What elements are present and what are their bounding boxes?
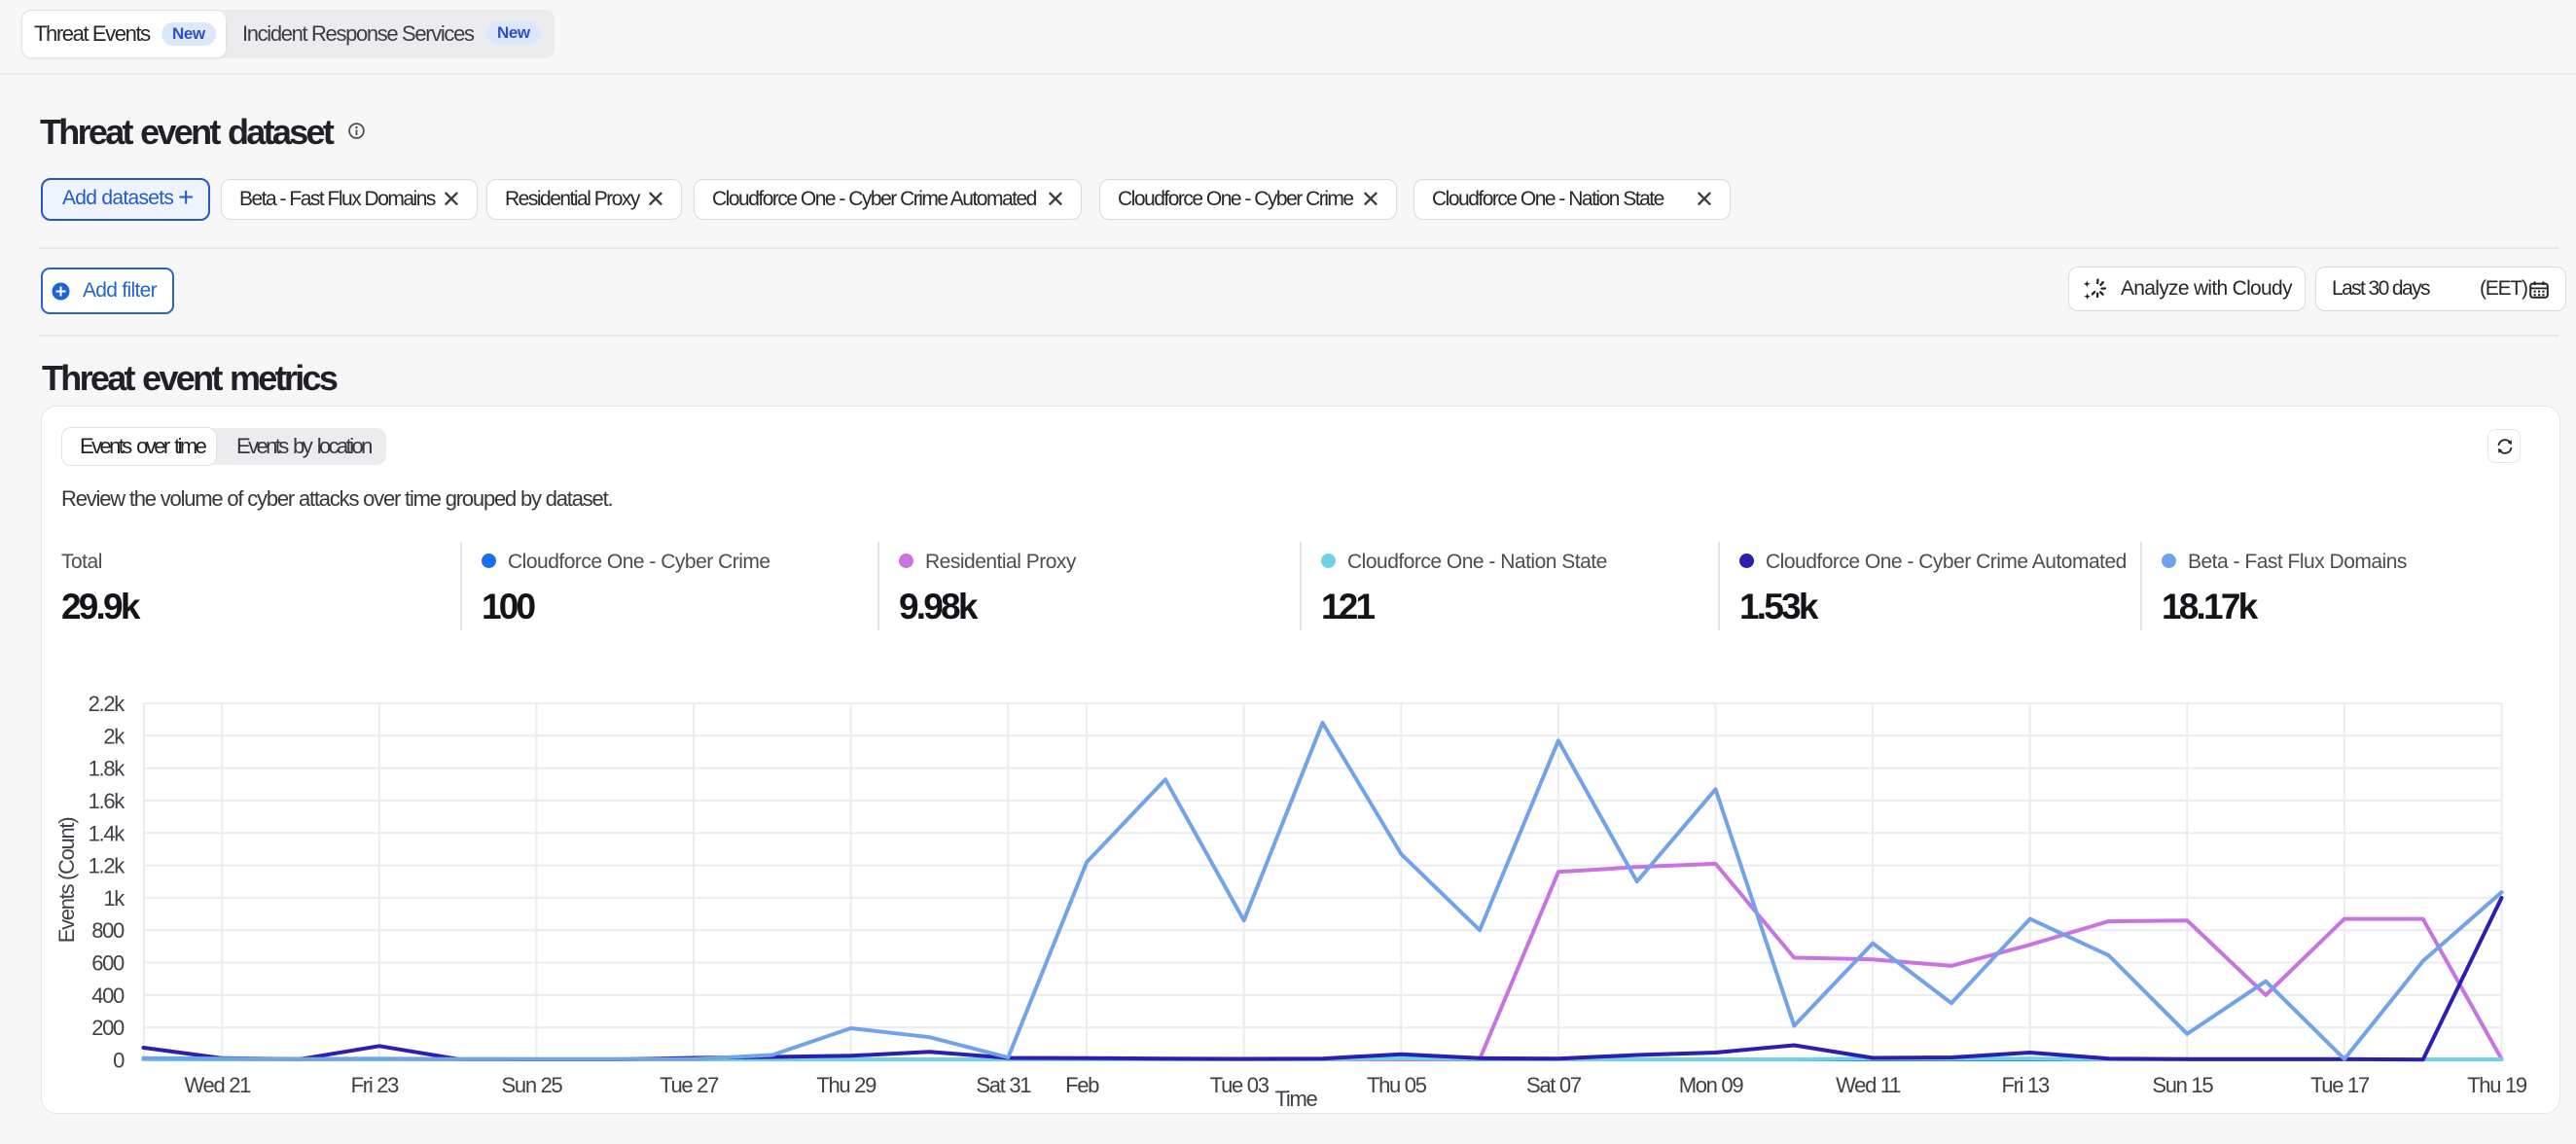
svg-text:Thu 05: Thu 05 [1367, 1073, 1427, 1097]
svg-text:Feb: Feb [1065, 1073, 1099, 1097]
svg-text:2.2k: 2.2k [89, 692, 126, 716]
svg-text:600: 600 [91, 951, 125, 976]
svg-text:Sat 07: Sat 07 [1526, 1073, 1582, 1097]
svg-text:200: 200 [91, 1016, 125, 1040]
svg-text:Events (Count): Events (Count) [54, 818, 79, 944]
svg-text:Thu 19: Thu 19 [2467, 1073, 2527, 1097]
svg-text:Thu 29: Thu 29 [816, 1073, 877, 1097]
svg-text:Tue 03: Tue 03 [1210, 1073, 1270, 1097]
svg-text:1.4k: 1.4k [89, 821, 126, 845]
svg-text:Sat 31: Sat 31 [976, 1073, 1031, 1097]
svg-text:Tue 27: Tue 27 [660, 1073, 719, 1097]
svg-text:Sun 25: Sun 25 [502, 1073, 563, 1097]
svg-text:1.2k: 1.2k [89, 854, 126, 878]
svg-text:2k: 2k [103, 724, 125, 748]
svg-text:Wed 11: Wed 11 [1836, 1073, 1901, 1097]
svg-text:Fri 23: Fri 23 [351, 1073, 400, 1097]
svg-text:0: 0 [113, 1049, 125, 1073]
svg-text:1.8k: 1.8k [89, 757, 126, 781]
svg-text:400: 400 [91, 983, 125, 1008]
svg-text:Tue 17: Tue 17 [2310, 1073, 2370, 1097]
svg-text:Mon 09: Mon 09 [1679, 1073, 1744, 1097]
svg-text:1k: 1k [103, 886, 125, 911]
svg-text:Sun 15: Sun 15 [2152, 1073, 2213, 1097]
svg-text:1.6k: 1.6k [89, 789, 126, 813]
svg-text:800: 800 [91, 918, 125, 943]
svg-text:Wed 21: Wed 21 [184, 1073, 251, 1097]
svg-text:Time: Time [1275, 1087, 1318, 1111]
svg-text:Fri 13: Fri 13 [2001, 1073, 2050, 1097]
